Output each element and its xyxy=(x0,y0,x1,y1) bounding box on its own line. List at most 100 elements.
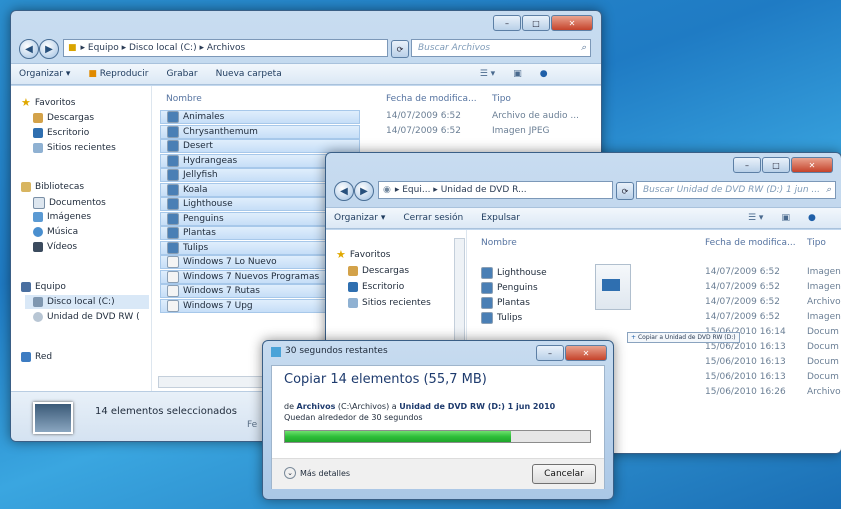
column-type[interactable]: Tipo xyxy=(807,238,826,248)
plus-icon: + xyxy=(631,334,637,341)
file-date: 15/06/2010 16:13 xyxy=(705,372,786,382)
table-row[interactable]: Animales xyxy=(160,110,360,124)
organize-menu[interactable]: Organizar ▾ xyxy=(19,69,70,79)
file-icon xyxy=(481,267,493,279)
breadcrumb-dvd[interactable]: Unidad de DVD R... xyxy=(441,185,527,195)
organize-menu[interactable]: Organizar ▾ xyxy=(334,213,385,223)
nav-musica[interactable]: Música xyxy=(33,227,78,237)
star-icon: ★ xyxy=(21,96,31,109)
eject-button[interactable]: Expulsar xyxy=(481,213,520,223)
nav-favoritos[interactable]: ★ Favoritos xyxy=(336,249,391,260)
nav-documentos[interactable]: Documentos xyxy=(33,197,106,209)
burn-button[interactable]: Grabar xyxy=(166,69,197,79)
file-icon xyxy=(167,198,179,210)
preview-pane-icon[interactable]: ▣ xyxy=(781,213,790,223)
play-button[interactable]: ■ Reproducir xyxy=(88,69,148,79)
network-icon xyxy=(21,352,31,362)
file-name: Windows 7 Lo Nuevo xyxy=(183,257,277,267)
nav-descargas[interactable]: Descargas xyxy=(33,113,94,123)
file-date: 14/07/2009 6:52 xyxy=(386,125,461,136)
table-row[interactable]: Plantas xyxy=(475,296,530,310)
search-input[interactable]: Buscar Archivos ⌕ xyxy=(411,39,591,57)
recent-places-icon xyxy=(33,143,43,153)
nav-sitios-recientes[interactable]: Sitios recientes xyxy=(33,143,116,153)
file-date: 15/06/2010 16:13 xyxy=(705,357,786,367)
recent-places-icon xyxy=(348,298,358,308)
close-button[interactable]: ✕ xyxy=(791,157,833,173)
close-button[interactable]: ✕ xyxy=(565,345,607,361)
column-name[interactable]: Nombre xyxy=(166,94,202,104)
nav-red[interactable]: Red xyxy=(21,352,52,362)
dialog-body: Copiar 14 elementos (55,7 MB) de Archivo… xyxy=(271,365,605,489)
minimize-button[interactable]: – xyxy=(536,345,564,361)
table-row[interactable]: Tulips xyxy=(475,311,522,325)
close-button[interactable]: ✕ xyxy=(551,15,593,31)
more-details-button[interactable]: ⌄ Más detalles xyxy=(284,467,350,479)
copy-progress-dialog: 30 segundos restantes – ✕ Copiar 14 elem… xyxy=(262,340,614,500)
address-bar[interactable]: ■ ▸ Equipo ▸ Disco local (C:) ▸ Archivos xyxy=(63,39,388,57)
breadcrumb-archivos[interactable]: Archivos xyxy=(207,43,245,53)
nav-descargas[interactable]: Descargas xyxy=(348,266,409,276)
view-options-icon[interactable]: ☰ ▾ xyxy=(480,69,495,79)
refresh-button[interactable]: ⟳ xyxy=(391,40,409,58)
refresh-button[interactable]: ⟳ xyxy=(616,182,634,200)
file-icon xyxy=(167,154,179,167)
libraries-icon xyxy=(21,182,31,192)
column-type[interactable]: Tipo xyxy=(492,94,511,104)
nav-sitios-recientes[interactable]: Sitios recientes xyxy=(348,298,431,308)
breadcrumb-equipo[interactable]: Equi... xyxy=(402,185,430,195)
file-icon xyxy=(167,212,179,225)
address-bar[interactable]: ◉ ▸ Equi... ▸ Unidad de DVD R... xyxy=(378,181,613,199)
close-session-button[interactable]: Cerrar sesión xyxy=(403,213,463,223)
table-row[interactable]: Chrysanthemum xyxy=(160,124,360,139)
desktop-icon xyxy=(348,282,358,292)
column-name[interactable]: Nombre xyxy=(481,238,517,248)
file-type: Docum xyxy=(807,372,839,382)
back-button[interactable]: ◀ xyxy=(19,39,39,59)
maximize-button[interactable]: □ xyxy=(762,157,790,173)
nav-escritorio[interactable]: Escritorio xyxy=(348,282,404,292)
column-date[interactable]: Fecha de modifica... xyxy=(705,238,796,248)
column-date[interactable]: Fecha de modifica... xyxy=(386,94,477,104)
new-folder-button[interactable]: Nueva carpeta xyxy=(216,69,282,79)
copy-source-line: de Archivos (C:\Archivos) a Unidad de DV… xyxy=(284,402,556,411)
nav-videos[interactable]: Vídeos xyxy=(33,242,77,252)
table-row[interactable]: Lighthouse xyxy=(475,266,547,280)
nav-dvd[interactable]: Unidad de DVD RW ( xyxy=(33,312,140,322)
view-options-icon[interactable]: ☰ ▾ xyxy=(748,213,763,223)
minimize-button[interactable]: – xyxy=(733,157,761,173)
file-name: Hydrangeas xyxy=(183,155,238,166)
breadcrumb-equipo[interactable]: Equipo xyxy=(88,43,119,53)
nav-bibliotecas[interactable]: Bibliotecas xyxy=(21,182,84,192)
nav-escritorio[interactable]: Escritorio xyxy=(33,128,89,138)
help-icon[interactable]: ● xyxy=(808,213,816,223)
forward-button[interactable]: ▶ xyxy=(39,39,59,59)
breadcrumb-disco[interactable]: Disco local (C:) xyxy=(129,43,197,53)
nav-imagenes[interactable]: Imágenes xyxy=(33,212,91,222)
search-icon: ⌕ xyxy=(825,185,831,195)
search-input[interactable]: Buscar Unidad de DVD RW (D:) 1 jun ... ⌕ xyxy=(636,181,836,199)
file-name: Koala xyxy=(183,184,208,195)
dialog-icon xyxy=(271,347,281,357)
window-controls: – ✕ xyxy=(536,345,607,361)
file-icon xyxy=(167,299,179,312)
table-row[interactable]: Desert xyxy=(160,139,360,153)
cancel-button[interactable]: Cancelar xyxy=(532,464,596,484)
maximize-button[interactable]: □ xyxy=(522,15,550,31)
nav-disco-local[interactable]: Disco local (C:) xyxy=(25,295,149,309)
help-icon[interactable]: ● xyxy=(540,69,548,79)
toolbar: Organizar ▾ ■ Reproducir Grabar Nueva ca… xyxy=(11,63,601,85)
file-icon xyxy=(167,227,179,239)
source-link[interactable]: Archivos xyxy=(297,402,336,411)
nav-favoritos[interactable]: ★ Favoritos xyxy=(21,96,76,109)
nav-equipo[interactable]: Equipo xyxy=(21,282,66,292)
file-type: Imagen JPEG xyxy=(492,125,550,136)
preview-pane-icon[interactable]: ▣ xyxy=(513,69,522,79)
dest-link[interactable]: Unidad de DVD RW (D:) 1 jun 2010 xyxy=(399,402,555,411)
file-icon xyxy=(167,125,179,138)
back-button[interactable]: ◀ xyxy=(334,181,354,201)
minimize-button[interactable]: – xyxy=(493,15,521,31)
forward-button[interactable]: ▶ xyxy=(354,181,374,201)
table-row[interactable]: Penguins xyxy=(475,281,538,295)
dialog-heading: Copiar 14 elementos (55,7 MB) xyxy=(284,372,487,387)
